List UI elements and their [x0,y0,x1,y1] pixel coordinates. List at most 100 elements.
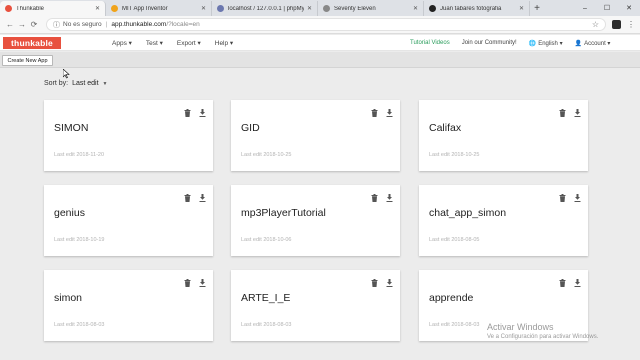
address-bar-row: ← → ⟳ ⓘ No es seguro | app.thunkable.com… [0,16,640,34]
app-name[interactable]: GID [241,122,260,134]
main-menu: Apps ▾ Test ▾ Export ▾ Help ▾ [112,35,247,51]
app-name[interactable]: simon [54,292,82,304]
browser-tab-bar: Thunkable ✕ MIT App Inventor ✕ localhost… [0,0,640,16]
app-card[interactable]: mp3PlayerTutorial Last edit 2018-10-06 [231,185,400,256]
browser-tab-fotografia[interactable]: Juan tabares fotografia ✕ [424,1,530,16]
thunkable-logo[interactable]: thunkable [3,37,61,49]
trash-icon[interactable] [370,278,378,287]
app-name[interactable]: Califax [429,122,461,134]
last-edit-date: Last edit 2018-10-25 [429,152,480,158]
dropdown-caret-icon: ▼ [102,81,108,87]
trash-icon[interactable] [558,193,566,202]
last-edit-date: Last edit 2018-08-03 [241,322,292,328]
browser-tab-thunkable[interactable]: Thunkable ✕ [0,1,106,16]
download-icon[interactable] [385,108,393,117]
menu-test[interactable]: Test ▾ [146,39,163,47]
app-name[interactable]: ARTE_I_E [241,292,290,304]
menu-export[interactable]: Export ▾ [177,39,201,47]
last-edit-date: Last edit 2018-11-20 [54,152,105,158]
app-name[interactable]: chat_app_simon [429,207,506,219]
sort-control[interactable]: Sort by: Last edit ▼ [44,80,107,87]
app-card[interactable]: Califax Last edit 2018-10-25 [419,100,588,171]
app-inventor-favicon-icon [111,5,118,12]
reload-button[interactable]: ⟳ [28,20,40,29]
download-icon[interactable] [198,108,206,117]
close-tab-icon[interactable]: ✕ [413,5,418,12]
forward-button[interactable]: → [16,20,28,29]
close-tab-icon[interactable]: ✕ [95,5,100,12]
maximize-button[interactable]: ☐ [596,0,618,16]
app-card[interactable]: genius Last edit 2018-10-19 [44,185,213,256]
url-input[interactable]: ⓘ No es seguro | app.thunkable.com /?loc… [46,18,606,31]
menu-apps[interactable]: Apps ▾ [112,39,132,47]
app-name[interactable]: SIMON [54,122,88,134]
app-card[interactable]: SIMON Last edit 2018-11-20 [44,100,213,171]
card-actions [558,193,581,202]
app-name[interactable]: apprende [429,292,473,304]
tab-title: MIT App Inventor [122,5,168,12]
trash-icon[interactable] [370,193,378,202]
community-link[interactable]: Join our Community! [462,40,517,46]
download-icon[interactable] [573,108,581,117]
trash-icon[interactable] [370,108,378,117]
close-window-button[interactable]: ✕ [618,0,640,16]
tutorial-videos-link[interactable]: Tutorial Videos [410,40,450,46]
download-icon[interactable] [573,193,581,202]
app-card[interactable]: ARTE_I_E Last edit 2018-08-03 [231,270,400,341]
download-icon[interactable] [385,193,393,202]
card-actions [370,193,393,202]
last-edit-date: Last edit 2018-08-03 [429,322,480,328]
bookmark-star-icon[interactable]: ☆ [592,20,599,29]
browser-tab-app-inventor[interactable]: MIT App Inventor ✕ [106,1,212,16]
create-new-app-button[interactable]: Create New App [2,55,53,66]
last-edit-date: Last edit 2018-08-05 [429,237,480,243]
trash-icon[interactable] [558,278,566,287]
close-tab-icon[interactable]: ✕ [201,5,206,12]
app-name[interactable]: mp3PlayerTutorial [241,207,326,219]
app-card[interactable]: simon Last edit 2018-08-03 [44,270,213,341]
browser-tab-seventy-eleven[interactable]: Seventy Eleven ✕ [318,1,424,16]
trash-icon[interactable] [183,108,191,117]
app-name[interactable]: genius [54,207,85,219]
minimize-button[interactable]: – [574,0,596,16]
thunkable-favicon-icon [5,5,12,12]
last-edit-date: Last edit 2018-10-06 [241,237,292,243]
browser-tab-phpmyadmin[interactable]: localhost / 127.0.0.1 | phpMyA ✕ [212,1,318,16]
last-edit-date: Last edit 2018-10-19 [54,237,105,243]
extension-icon[interactable] [612,20,621,29]
globe-icon: 🌐 [528,40,537,47]
close-tab-icon[interactable]: ✕ [519,5,524,12]
tab-title: Seventy Eleven [334,5,376,12]
download-icon[interactable] [385,278,393,287]
card-actions [558,278,581,287]
last-edit-date: Last edit 2018-10-25 [241,152,292,158]
browser-menu-icon[interactable]: ⋮ [627,20,635,29]
account-menu[interactable]: Account ▾ [584,40,610,47]
back-button[interactable]: ← [4,20,16,29]
language-menu[interactable]: English ▾ [538,40,562,47]
close-tab-icon[interactable]: ✕ [307,5,312,12]
trash-icon[interactable] [183,193,191,202]
card-actions [183,278,206,287]
app-card[interactable]: GID Last edit 2018-10-25 [231,100,400,171]
download-icon[interactable] [198,278,206,287]
menu-help[interactable]: Help ▾ [215,39,233,47]
sort-label: Sort by: [44,80,69,87]
download-icon[interactable] [573,278,581,287]
card-actions [558,108,581,117]
card-actions [183,108,206,117]
tab-title: localhost / 127.0.0.1 | phpMyA [228,5,304,12]
download-icon[interactable] [198,193,206,202]
card-actions [370,108,393,117]
right-menu: Tutorial Videos Join our Community! 🌐 En… [410,35,622,51]
window-controls: – ☐ ✕ [574,0,640,16]
sort-value[interactable]: Last edit [72,80,98,87]
new-tab-button[interactable]: + [530,1,544,16]
watermark-subtitle: Ve a Configuración para activar Windows. [487,334,599,340]
info-icon[interactable]: ⓘ [53,20,60,30]
app-toolbar: Create New App [0,52,640,68]
url-host: app.thunkable.com [111,21,167,28]
trash-icon[interactable] [183,278,191,287]
app-card[interactable]: chat_app_simon Last edit 2018-08-05 [419,185,588,256]
trash-icon[interactable] [558,108,566,117]
